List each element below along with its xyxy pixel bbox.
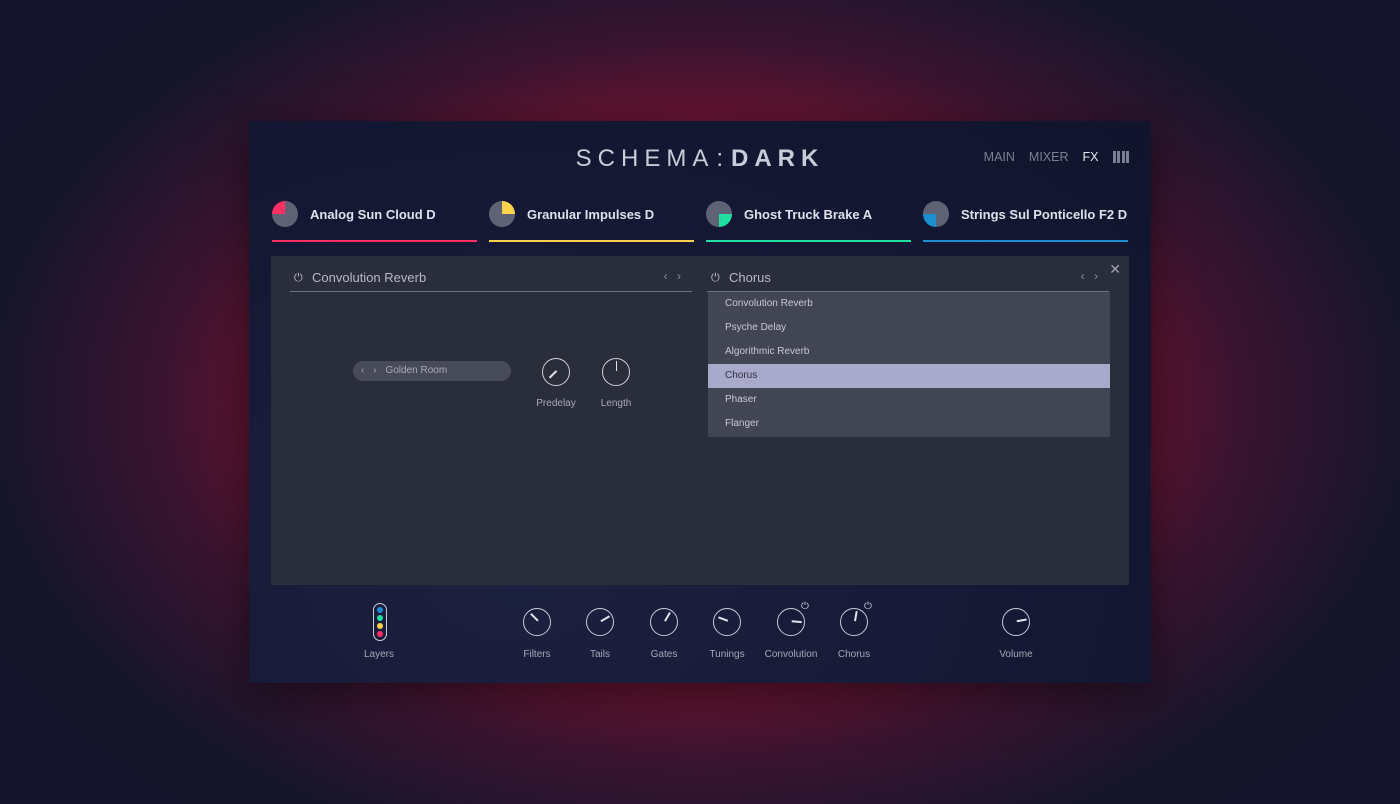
volume-knob[interactable] [1002, 608, 1030, 636]
gates-knob[interactable] [650, 608, 678, 636]
layer-4-pie-icon [923, 201, 949, 227]
layer-2-pie-icon [489, 201, 515, 227]
fx-slot-2-title[interactable]: Chorus [729, 270, 771, 285]
layer-name: Analog Sun Cloud D [310, 207, 436, 222]
keyboard-icon[interactable] [1112, 151, 1129, 163]
filters-knob[interactable] [523, 608, 551, 636]
fx-slot-2: ⏻ Chorus ‹ › [707, 264, 1109, 292]
dropdown-option[interactable]: Algorithmic Reverb [708, 340, 1110, 364]
fx-type-dropdown: Convolution Reverb Psyche Delay Algorith… [708, 292, 1110, 437]
layer-3-pie-icon [706, 201, 732, 227]
nav-main[interactable]: MAIN [984, 150, 1015, 164]
nav-mixer[interactable]: MIXER [1029, 150, 1069, 164]
top-nav: MAIN MIXER FX [984, 150, 1129, 164]
layer-underline [923, 240, 1128, 242]
layer-tab-2[interactable]: Granular Impulses D [489, 199, 694, 242]
layer-underline [706, 240, 911, 242]
layer-tab-4[interactable]: Strings Sul Ponticello F2 D [923, 199, 1128, 242]
bottom-controls: Layers Filters Tails Gates Tunings ⏻ Con… [249, 591, 1151, 681]
layers-icon[interactable] [373, 603, 387, 641]
layer-name: Strings Sul Ponticello F2 D [961, 207, 1128, 222]
dropdown-option[interactable]: Phaser [708, 388, 1110, 412]
plugin-window: SCHEMA:DARK MAIN MIXER FX Analog Sun Clo… [249, 121, 1151, 683]
predelay-knob[interactable] [542, 358, 570, 386]
dropdown-option[interactable]: Convolution Reverb [708, 292, 1110, 316]
convolution-knob[interactable] [777, 608, 805, 636]
close-icon[interactable]: ✕ [1109, 261, 1121, 278]
fx-slot-1-arrows-icon[interactable]: ‹ › [664, 269, 684, 283]
chorus-knob[interactable] [840, 608, 868, 636]
layer-name: Ghost Truck Brake A [744, 207, 873, 222]
preset-value: Golden Room [385, 365, 448, 376]
fx-slot-1: ⏻ Convolution Reverb ‹ › [290, 264, 692, 292]
layer-name: Granular Impulses D [527, 207, 655, 222]
dropdown-option-selected[interactable]: Chorus [708, 364, 1110, 388]
fx-slot-1-title[interactable]: Convolution Reverb [312, 270, 426, 285]
layer-tab-3[interactable]: Ghost Truck Brake A [706, 199, 911, 242]
preset-selector[interactable]: ‹ › Golden Room [353, 361, 511, 381]
tunings-knob[interactable] [713, 608, 741, 636]
chorus-power-icon[interactable]: ⏻ [864, 601, 872, 612]
power-icon[interactable]: ⏻ [711, 272, 720, 285]
dropdown-option[interactable]: Psyche Delay [708, 316, 1110, 340]
length-label: Length [600, 398, 632, 409]
convolution-power-icon[interactable]: ⏻ [801, 601, 809, 612]
fx-panel: ✕ ⏻ Convolution Reverb ‹ › ⏻ Chorus ‹ › … [271, 256, 1129, 585]
layer-tabs: Analog Sun Cloud D Granular Impulses D G… [272, 199, 1128, 242]
layer-underline [272, 240, 477, 242]
nav-fx[interactable]: FX [1083, 150, 1099, 164]
preset-arrows-icon[interactable]: ‹ › [361, 365, 379, 376]
layers-label: Layers [363, 649, 394, 660]
fx-slot-2-arrows-icon[interactable]: ‹ › [1081, 269, 1101, 283]
brand-left: SCHEMA [575, 145, 715, 172]
length-knob[interactable] [602, 358, 630, 386]
layer-tab-1[interactable]: Analog Sun Cloud D [272, 199, 477, 242]
tails-knob[interactable] [586, 608, 614, 636]
brand-separator: : [716, 145, 730, 172]
dropdown-option[interactable]: Flanger [708, 412, 1110, 436]
chorus-label: Chorus [837, 649, 871, 660]
layer-underline [489, 240, 694, 242]
layer-1-pie-icon [272, 201, 298, 227]
volume-label: Volume [999, 649, 1033, 660]
brand-right: DARK [731, 145, 825, 172]
power-icon[interactable]: ⏻ [294, 272, 303, 285]
